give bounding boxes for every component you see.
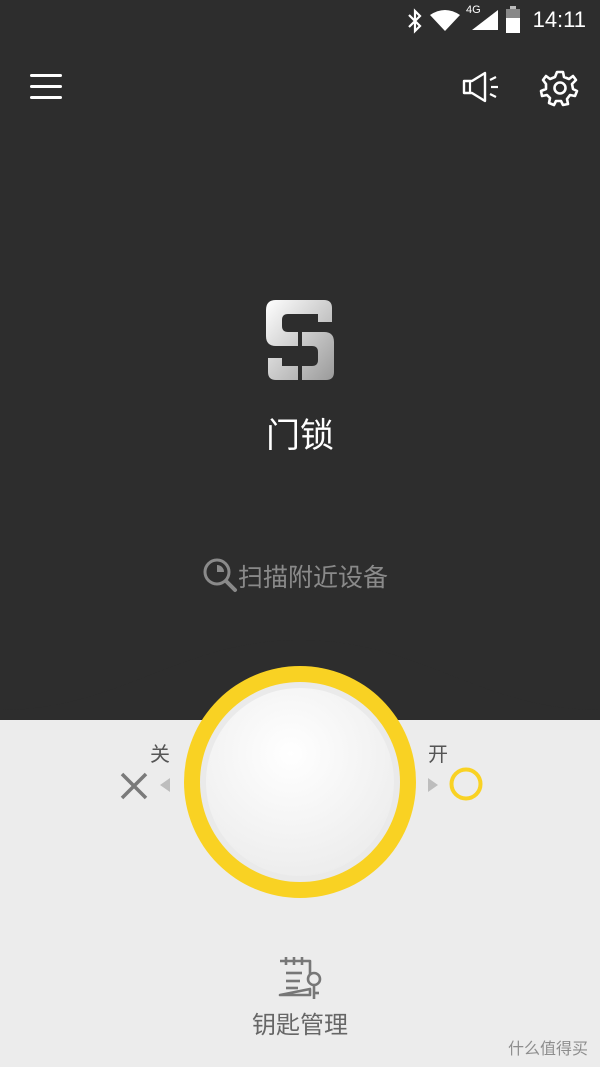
- scan-nearby-button[interactable]: 扫描附近设备: [200, 553, 410, 597]
- open-circle-icon[interactable]: [448, 766, 484, 802]
- scan-label: 扫描附近设备: [238, 563, 389, 592]
- lock-knob[interactable]: [184, 666, 416, 898]
- hamburger-line: [30, 96, 62, 99]
- hamburger-line: [30, 85, 62, 88]
- key-management-label: 钥匙管理: [252, 1011, 348, 1039]
- cell-signal-icon: [472, 10, 498, 30]
- watermark: 什么值得买: [507, 1039, 588, 1058]
- key-management-button[interactable]: 钥匙管理: [240, 955, 360, 1045]
- search-scan-icon: [203, 558, 237, 592]
- left-arrow-icon: [160, 778, 170, 792]
- key-list-icon: [278, 957, 322, 999]
- clock: 14:11: [532, 7, 586, 32]
- hamburger-menu-icon: [30, 74, 62, 77]
- right-arrow-icon: [428, 778, 438, 792]
- close-label: 关: [150, 742, 170, 766]
- status-bar: 4G 14:11: [0, 0, 600, 40]
- gear-icon[interactable]: [538, 66, 582, 110]
- wifi-icon: [430, 10, 460, 31]
- device-name: 门锁: [266, 416, 334, 456]
- battery-icon: [506, 6, 520, 33]
- close-x-icon[interactable]: [118, 770, 150, 802]
- bluetooth-icon: [408, 8, 422, 34]
- open-label: 开: [428, 742, 448, 766]
- menu-button[interactable]: [24, 66, 68, 106]
- megaphone-icon[interactable]: [458, 68, 502, 106]
- brand-s-logo: [266, 300, 334, 380]
